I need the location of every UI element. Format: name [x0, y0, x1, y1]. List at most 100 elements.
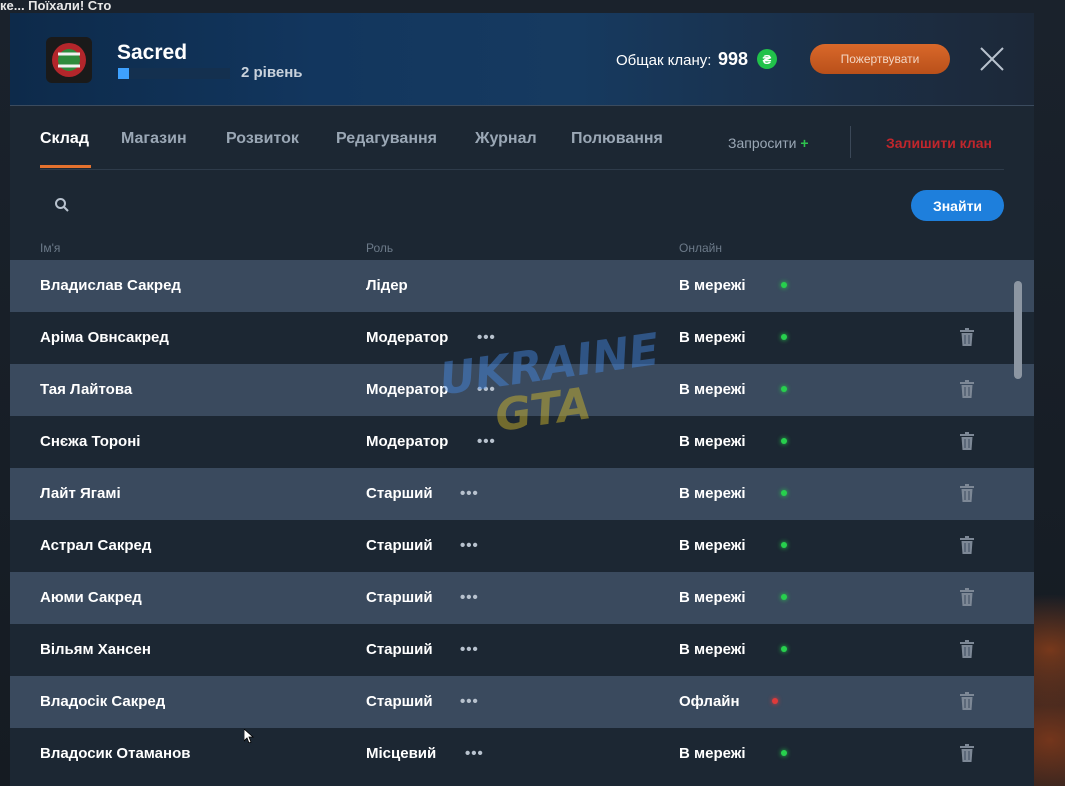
trash-icon[interactable] [960, 640, 974, 658]
online-indicator [781, 542, 787, 548]
more-options-icon[interactable]: ••• [460, 485, 479, 502]
member-name: Аюми Сакред [40, 589, 142, 606]
donate-button[interactable]: Пожертвувати [810, 44, 950, 74]
member-status: В мережі [679, 433, 746, 450]
more-options-icon[interactable]: ••• [477, 329, 496, 346]
member-status: В мережі [679, 381, 746, 398]
table-row[interactable]: Аюми Сакред Старший ••• В мережі [10, 572, 1034, 624]
mouse-cursor-icon [243, 728, 255, 744]
leave-clan-button[interactable]: Залишити клан [886, 135, 992, 151]
table-row[interactable]: Тая Лайтова Модератор ••• В мережі [10, 364, 1034, 416]
table-row[interactable]: Астрал Сакред Старший ••• В мережі [10, 520, 1034, 572]
member-name: Астрал Сакред [40, 537, 152, 554]
member-name: Лайт Ягамі [40, 485, 121, 502]
trash-icon[interactable] [960, 744, 974, 762]
member-status: Офлайн [679, 693, 740, 710]
table-row[interactable]: Аріма Овнсакред Модератор ••• В мережі [10, 312, 1034, 364]
member-role: Старший [366, 485, 433, 502]
table-row[interactable]: Владосік Сакред Старший ••• Офлайн [10, 676, 1034, 728]
member-status: В мережі [679, 745, 746, 762]
more-options-icon[interactable]: ••• [477, 433, 496, 450]
trash-icon[interactable] [960, 484, 974, 502]
member-name: Снєжа Тороні [40, 433, 141, 450]
online-indicator [781, 646, 787, 652]
more-options-icon[interactable]: ••• [477, 381, 496, 398]
member-role: Старший [366, 589, 433, 606]
tab-roster[interactable]: Склад [40, 130, 89, 148]
table-row[interactable]: Лайт Ягамі Старший ••• В мережі [10, 468, 1034, 520]
close-icon[interactable] [978, 45, 1006, 73]
member-name: Владосик Отаманов [40, 745, 191, 762]
member-role: Старший [366, 693, 433, 710]
clan-panel: Sacred 2 рівень Общак клану: 998 ₴ Пожер… [10, 13, 1034, 786]
member-status: В мережі [679, 641, 746, 658]
level-progress-fill [118, 68, 130, 79]
member-status: В мережі [679, 537, 746, 554]
online-indicator [781, 282, 787, 288]
member-status: В мережі [679, 485, 746, 502]
member-name: Аріма Овнсакред [40, 329, 169, 346]
find-button[interactable]: Знайти [911, 190, 1004, 221]
funds-value: 998 [718, 49, 749, 69]
clan-header: Sacred 2 рівень Общак клану: 998 ₴ Пожер… [10, 13, 1034, 106]
scrollbar-thumb[interactable] [1014, 281, 1022, 379]
member-role: Модератор [366, 433, 449, 450]
clan-level: 2 рівень [241, 64, 303, 81]
online-indicator [781, 490, 787, 496]
more-options-icon[interactable]: ••• [460, 537, 479, 554]
trash-icon[interactable] [960, 588, 974, 606]
member-name: Тая Лайтова [40, 381, 133, 398]
search-icon [54, 197, 70, 213]
level-progress-bar [118, 68, 230, 79]
table-row[interactable]: Владосик Отаманов Місцевий ••• В мережі [10, 728, 1034, 780]
chat-line: ке... Поїхали! Сто [0, 0, 112, 13]
member-name: Владосік Сакред [40, 693, 166, 710]
table-row[interactable]: Владислав Сакред Лідер В мережі [10, 260, 1034, 312]
invite-button[interactable]: Запросити + [728, 135, 809, 151]
trash-icon[interactable] [960, 432, 974, 450]
online-indicator [781, 750, 787, 756]
tabs-divider [40, 169, 1004, 170]
offline-indicator [772, 698, 778, 704]
tab-shop[interactable]: Магазин [121, 130, 187, 148]
table-row[interactable]: Снєжа Тороні Модератор ••• В мережі [10, 416, 1034, 468]
member-role: Місцевий [366, 745, 437, 762]
tab-editing[interactable]: Редагування [336, 130, 437, 148]
clan-name: Sacred [117, 41, 188, 64]
active-tab-indicator [40, 165, 91, 168]
member-role: Старший [366, 537, 433, 554]
search-input[interactable] [80, 193, 684, 219]
member-role: Модератор [366, 381, 449, 398]
funds-label: Общак клану: [616, 52, 712, 69]
actions-divider [850, 126, 851, 158]
column-header-name: Ім'я [40, 241, 61, 255]
online-indicator [781, 438, 787, 444]
trash-icon[interactable] [960, 692, 974, 710]
member-status: В мережі [679, 589, 746, 606]
clan-logo [46, 37, 92, 83]
member-role: Модератор [366, 329, 449, 346]
tab-development[interactable]: Розвиток [226, 130, 299, 148]
tab-journal[interactable]: Журнал [475, 130, 537, 148]
invite-label: Запросити [728, 135, 797, 151]
column-header-online: Онлайн [679, 241, 722, 255]
online-indicator [781, 594, 787, 600]
member-status: В мережі [679, 329, 746, 346]
more-options-icon[interactable]: ••• [460, 693, 479, 710]
tab-hunting[interactable]: Полювання [571, 130, 663, 148]
member-role: Старший [366, 641, 433, 658]
column-header-role: Роль [366, 241, 394, 255]
online-indicator [781, 334, 787, 340]
more-options-icon[interactable]: ••• [460, 641, 479, 658]
currency-icon: ₴ [757, 49, 777, 69]
trash-icon[interactable] [960, 536, 974, 554]
member-status: В мережі [679, 277, 746, 294]
more-options-icon[interactable]: ••• [465, 745, 484, 762]
more-options-icon[interactable]: ••• [460, 589, 479, 606]
table-row[interactable]: Вільям Хансен Старший ••• В мережі [10, 624, 1034, 676]
online-indicator [781, 386, 787, 392]
member-name: Владислав Сакред [40, 277, 181, 294]
plus-icon: + [800, 135, 809, 151]
trash-icon[interactable] [960, 328, 974, 346]
trash-icon[interactable] [960, 380, 974, 398]
